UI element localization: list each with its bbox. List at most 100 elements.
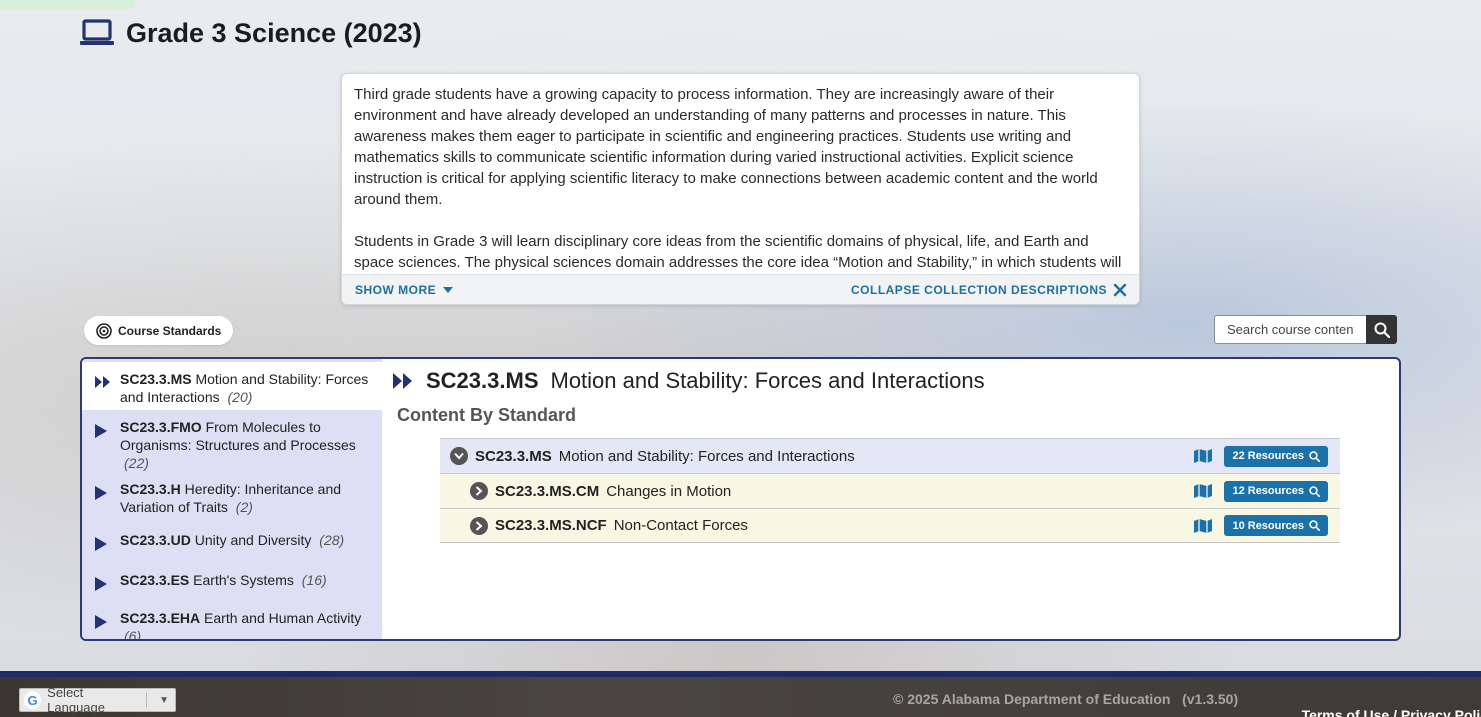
description-paragraph: Students in Grade 3 will learn disciplin…: [354, 233, 1122, 271]
standard-content: SC23.3.MS Motion and Stability: Forces a…: [382, 359, 1399, 639]
standard-code: SC23.3.MS.CM: [495, 482, 600, 500]
sidebar-item-code: SC23.3.ES: [120, 572, 190, 588]
page-header: Grade 3 Science (2023): [80, 16, 422, 50]
description-paragraph: Third grade students have a growing capa…: [354, 86, 1098, 208]
search-icon: [1309, 450, 1320, 462]
expand-toggle[interactable]: [450, 447, 468, 465]
search-input[interactable]: [1214, 315, 1366, 344]
sidebar-item[interactable]: SC23.3.MS Motion and Stability: Forces a…: [82, 362, 382, 410]
standard-code: SC23.3.MS: [475, 447, 552, 465]
sidebar-item-text: SC23.3.MS Motion and Stability: Forces a…: [120, 370, 372, 406]
sidebar-item-count: (28): [319, 532, 345, 548]
sidebar-item-label: Unity and Diversity: [194, 532, 312, 548]
resources-label: 10 Resources: [1232, 519, 1304, 532]
resources-label: 22 Resources: [1232, 450, 1304, 462]
sidebar-item-text: SC23.3.ES Earth's Systems (16): [120, 571, 372, 589]
description-footer: SHOW MORE COLLAPSE COLLECTION DESCRIPTIO…: [342, 274, 1139, 304]
chevron-right-icon: [475, 486, 483, 496]
sidebar-item-code: SC23.3.FMO: [120, 419, 202, 435]
sidebar-item[interactable]: SC23.3.EHA Earth and Human Activity (6): [82, 596, 382, 641]
laptop-icon: [80, 19, 114, 45]
sidebar-item-count: (2): [235, 499, 253, 515]
description-text: Third grade students have a growing capa…: [342, 74, 1139, 274]
standard-label: Non-Contact Forces: [613, 517, 748, 534]
collapse-label: COLLAPSE COLLECTION DESCRIPTIONS: [850, 282, 1107, 297]
terms-link[interactable]: Terms of Use: [1302, 707, 1390, 717]
search-icon: [1374, 322, 1390, 338]
close-icon: [1113, 283, 1127, 296]
standards-panel: SC23.3.MS Motion and Stability: Forces a…: [80, 357, 1401, 641]
expand-toggle[interactable]: [470, 516, 488, 535]
language-label: Select Language: [47, 685, 105, 715]
sidebar-item[interactable]: SC23.3.FMO From Molecules to Organisms: …: [82, 410, 382, 472]
divider: [146, 692, 148, 708]
sidebar-arrow: [94, 609, 120, 634]
course-standards-button[interactable]: Course Standards: [84, 316, 234, 345]
sidebar-item-code: SC23.3.EHA: [120, 610, 201, 626]
sidebar-item[interactable]: SC23.3.H Heredity: Inheritance and Varia…: [82, 472, 382, 516]
double-chevron-icon: [393, 373, 412, 389]
target-icon: [96, 322, 112, 339]
map-icon[interactable]: [1193, 483, 1213, 499]
resources-label: 12 Resources: [1232, 485, 1304, 497]
resources-button[interactable]: 12 Resources: [1224, 480, 1328, 502]
collection-description: Third grade students have a growing capa…: [341, 73, 1140, 305]
dropdown-caret-icon: ▼: [159, 694, 169, 706]
standard-row: SC23.3.MS Motion and Stability: Forces an…: [440, 438, 1340, 473]
show-more-button[interactable]: SHOW MORE: [355, 283, 454, 297]
sidebar-item-count: (20): [227, 389, 253, 405]
sidebar-item-code: SC23.3.MS: [120, 371, 192, 387]
resources-button[interactable]: 10 Resources: [1224, 515, 1328, 536]
standard-label: Changes in Motion: [606, 482, 732, 500]
search-button[interactable]: [1366, 315, 1397, 344]
play-arrow-icon: [95, 424, 107, 438]
content-title: Motion and Stability: Forces and Interac…: [550, 368, 985, 393]
expand-toggle[interactable]: [470, 482, 488, 500]
chevron-down-icon: [454, 452, 464, 460]
caret-down-icon: [443, 286, 454, 293]
sidebar-arrow: [94, 370, 120, 393]
map-icon[interactable]: [1193, 448, 1213, 464]
play-arrow-icon: [95, 537, 107, 551]
sidebar-item-label: Earth and Human Activity: [204, 610, 362, 626]
standard-label: Motion and Stability: Forces and Interac…: [558, 447, 855, 465]
sidebar-item[interactable]: SC23.3.ES Earth's Systems (16): [82, 556, 382, 596]
standards-sidebar: SC23.3.MS Motion and Stability: Forces a…: [82, 359, 382, 639]
play-arrow-icon: [95, 577, 107, 591]
sidebar-item-text: SC23.3.UD Unity and Diversity (28): [120, 531, 372, 549]
content-header: SC23.3.MS Motion and Stability: Forces a…: [392, 367, 1399, 395]
map-icon[interactable]: [1193, 518, 1213, 534]
collapse-descriptions-button[interactable]: COLLAPSE COLLECTION DESCRIPTIONS: [851, 283, 1127, 297]
search-icon: [1309, 485, 1320, 497]
copyright: © 2025 Alabama Department of Education (…: [893, 691, 1239, 707]
play-arrow-icon: [95, 486, 107, 500]
show-more-label: SHOW MORE: [355, 282, 437, 297]
content-code: SC23.3.MS: [426, 368, 539, 393]
sidebar-item-count: (6): [124, 628, 142, 641]
sidebar-item-text: SC23.3.FMO From Molecules to Organisms: …: [120, 418, 372, 472]
sidebar-item[interactable]: SC23.3.UD Unity and Diversity (28): [82, 516, 382, 556]
top-tab: [0, 0, 135, 10]
google-icon: G: [24, 691, 42, 709]
sidebar-arrow: [94, 531, 120, 556]
sidebar-arrow: [94, 418, 120, 443]
standard-code: SC23.3.MS.NCF: [495, 517, 607, 534]
sidebar-item-count: (16): [301, 572, 327, 588]
sidebar-item-label: Earth's Systems: [193, 572, 294, 588]
sidebar-item-code: SC23.3.H: [120, 481, 181, 497]
privacy-link[interactable]: Privacy Policy: [1401, 707, 1481, 717]
standard-row: SC23.3.MS.CM Changes in Motion 12 Resource…: [440, 473, 1340, 508]
page-title: Grade 3 Science (2023): [126, 17, 422, 48]
language-select[interactable]: G Select Language ▼: [19, 685, 176, 715]
sidebar-item-code: SC23.3.UD: [120, 532, 191, 548]
sidebar-item-count: (22): [124, 455, 149, 471]
course-standards-label: Course Standards: [118, 323, 222, 338]
play-arrow-icon: [95, 615, 107, 629]
sidebar-item-text: SC23.3.H Heredity: Inheritance and Varia…: [120, 480, 372, 516]
standards-table: SC23.3.MS Motion and Stability: Forces an…: [440, 438, 1340, 543]
sidebar-item-text: SC23.3.EHA Earth and Human Activity (6): [120, 609, 372, 641]
search-icon: [1309, 520, 1320, 531]
legal-divider: /: [1389, 707, 1401, 717]
resources-button[interactable]: 22 Resources: [1224, 445, 1328, 467]
search-bar: [1214, 315, 1397, 344]
